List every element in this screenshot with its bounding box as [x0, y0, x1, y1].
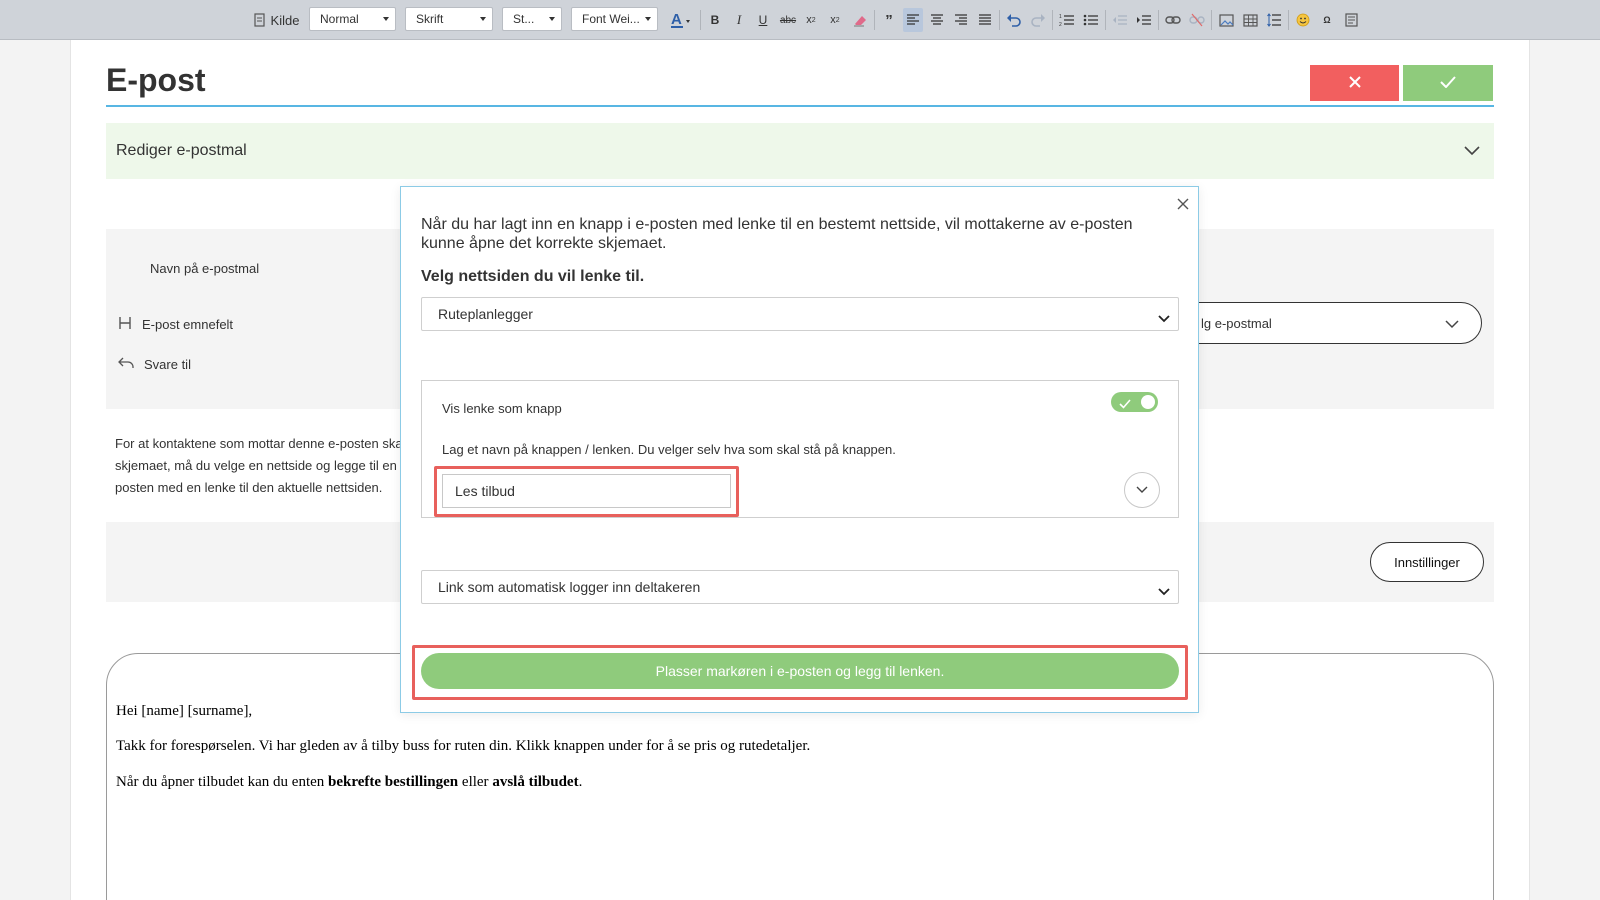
- subscript-icon[interactable]: x2: [802, 8, 820, 32]
- font-combo[interactable]: Skrift: [405, 7, 493, 31]
- special-char-icon[interactable]: Ω: [1317, 8, 1337, 32]
- source-button[interactable]: Kilde: [252, 8, 300, 32]
- underline-icon[interactable]: U: [754, 8, 772, 32]
- chevron-down-icon: [1445, 317, 1459, 332]
- chevron-down-icon: [1158, 310, 1170, 326]
- close-icon: [1348, 75, 1362, 92]
- email-line-2: Når du åpner tilbudet kan du enten bekre…: [116, 774, 583, 790]
- template-select[interactable]: lg e-postmal: [1170, 302, 1482, 344]
- redo-icon[interactable]: [1028, 8, 1048, 32]
- edit-template-accordion[interactable]: Rediger e-postmal: [106, 123, 1494, 179]
- toggle-label: Vis lenke som knapp: [442, 401, 562, 416]
- emoji-icon[interactable]: [1293, 8, 1313, 32]
- numbered-list-icon[interactable]: 12: [1057, 8, 1077, 32]
- button-name-hint: Lag et navn på knappen / lenken. Du velg…: [442, 442, 896, 457]
- modal-intro-text: Når du har lagt inn en knapp i e-posten …: [421, 216, 1133, 252]
- link-type-select[interactable]: Link som automatisk logger inn deltakere…: [421, 570, 1179, 604]
- reply-to-row: Svare til: [118, 357, 191, 372]
- justify-icon[interactable]: [975, 8, 995, 32]
- svg-text:1: 1: [1059, 14, 1062, 20]
- remove-format-icon[interactable]: [850, 8, 870, 32]
- svg-text:2: 2: [1059, 22, 1062, 27]
- unlink-icon[interactable]: [1187, 8, 1207, 32]
- page-select[interactable]: Ruteplanlegger: [421, 297, 1179, 331]
- preview-icon[interactable]: [1341, 8, 1361, 32]
- italic-icon[interactable]: I: [730, 8, 748, 32]
- align-left-icon[interactable]: [903, 8, 923, 32]
- bold-icon[interactable]: B: [706, 8, 724, 32]
- email-line-1: Takk for forespørselen. Vi har gleden av…: [116, 738, 811, 754]
- svg-text:A: A: [671, 11, 682, 28]
- image-icon[interactable]: [1216, 8, 1236, 32]
- chevron-down-icon: [1158, 583, 1170, 599]
- superscript-icon[interactable]: x2: [826, 8, 844, 32]
- settings-button[interactable]: Innstillinger: [1370, 542, 1484, 582]
- link-icon[interactable]: [1163, 8, 1183, 32]
- page-title: E-post: [106, 62, 206, 98]
- cancel-button[interactable]: [1310, 65, 1399, 101]
- undo-icon[interactable]: [1004, 8, 1024, 32]
- chevron-down-icon: [1136, 481, 1148, 499]
- template-name-label: Navn på e-postmal: [150, 261, 260, 276]
- blockquote-icon[interactable]: ”: [880, 8, 898, 32]
- save-button[interactable]: [1403, 65, 1493, 101]
- reply-icon: [118, 357, 134, 372]
- button-name-input[interactable]: [442, 474, 731, 508]
- heading-icon: [118, 316, 132, 333]
- place-link-button[interactable]: Plasser markøren i e-posten og legg til …: [421, 653, 1179, 689]
- check-icon: [1119, 396, 1131, 414]
- show-as-button-toggle[interactable]: [1111, 392, 1158, 412]
- close-icon: [1177, 197, 1189, 215]
- size-combo[interactable]: St...: [502, 7, 562, 31]
- outdent-icon[interactable]: [1110, 8, 1130, 32]
- table-icon[interactable]: [1240, 8, 1260, 32]
- title-divider: [106, 105, 1494, 107]
- align-right-icon[interactable]: [951, 8, 971, 32]
- bulleted-list-icon[interactable]: [1081, 8, 1101, 32]
- modal-close-button[interactable]: [1173, 196, 1193, 216]
- expand-options-button[interactable]: [1124, 472, 1160, 508]
- toggle-knob: [1141, 395, 1155, 409]
- format-combo[interactable]: Normal: [309, 7, 396, 31]
- info-text: For at kontaktene som mottar denne e-pos…: [115, 436, 403, 495]
- line-spacing-icon[interactable]: [1264, 8, 1284, 32]
- chevron-down-icon: [1464, 143, 1480, 161]
- subject-row: E-post emnefelt: [118, 316, 233, 333]
- modal-heading: Velg nettsiden du vil lenke til.: [421, 268, 645, 285]
- font-weight-combo[interactable]: Font Wei...: [571, 7, 658, 31]
- email-greeting: Hei [name] [surname],: [116, 703, 253, 719]
- text-color-icon[interactable]: A: [668, 8, 694, 32]
- check-icon: [1440, 75, 1456, 91]
- align-center-icon[interactable]: [927, 8, 947, 32]
- editor-toolbar: Kilde Normal Skrift St... Font Wei... A …: [0, 0, 1600, 40]
- strikethrough-icon[interactable]: abc: [777, 8, 799, 32]
- source-icon: [253, 13, 267, 27]
- accordion-title: Rediger e-postmal: [116, 142, 247, 159]
- indent-icon[interactable]: [1134, 8, 1154, 32]
